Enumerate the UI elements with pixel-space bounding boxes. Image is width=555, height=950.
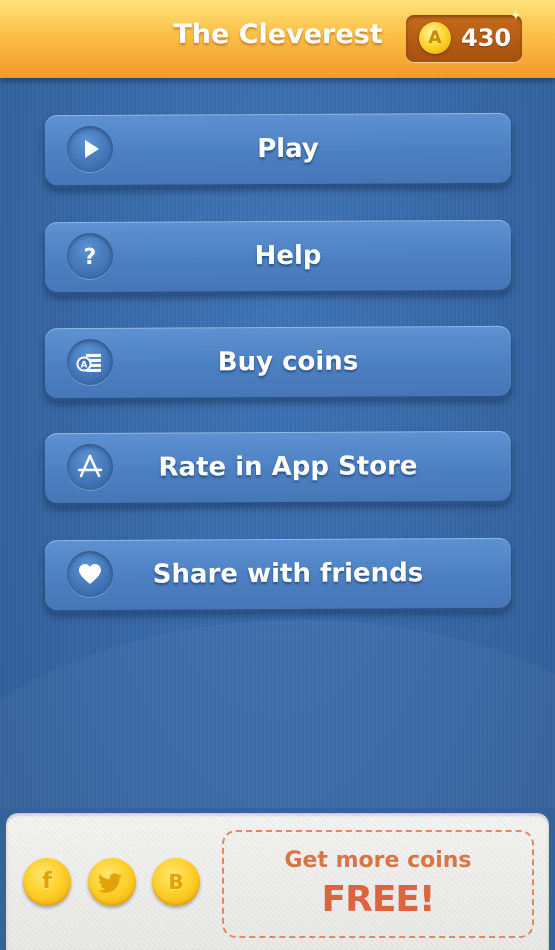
help-button[interactable]: ? Help (44, 219, 512, 293)
buy-coins-button-label: Buy coins (217, 346, 359, 378)
play-button[interactable]: Play (44, 112, 512, 186)
bottom-panel-inner: f B Get more coins FREE! (6, 813, 549, 950)
vk-button[interactable]: B (152, 858, 200, 906)
twitter-button[interactable] (88, 858, 136, 906)
vk-icon: B (168, 870, 184, 894)
buy-coins-button[interactable]: A Buy coins (44, 325, 512, 399)
coin-balance[interactable]: A 430 (406, 15, 522, 62)
top-bar: The Cleverest A 430 ✦ (0, 0, 555, 78)
facebook-icon: f (42, 869, 52, 894)
get-free-coins-button[interactable]: Get more coins FREE! (222, 830, 534, 938)
play-button-label: Play (257, 133, 319, 165)
share-friends-button-label: Share with friends (152, 558, 424, 590)
facebook-button[interactable]: f (23, 858, 71, 906)
share-friends-button[interactable]: Share with friends (44, 537, 512, 611)
help-button-label: Help (254, 240, 322, 272)
rate-app-store-button[interactable]: Rate in App Store (44, 430, 512, 504)
svg-text:A: A (81, 360, 88, 370)
game-screen: The Cleverest A 430 ✦ Play ? Help A Buy … (0, 0, 555, 950)
coin-count: 430 (461, 24, 512, 52)
rate-app-store-button-label: Rate in App Store (158, 451, 418, 483)
coin-icon: A (419, 22, 451, 54)
sparkle-icon: ✦ (510, 8, 522, 24)
game-title: The Cleverest (173, 19, 383, 50)
free-coins-line1: Get more coins (284, 848, 472, 873)
twitter-icon (98, 873, 122, 893)
bottom-panel: f B Get more coins FREE! (0, 808, 555, 950)
free-coins-line2: FREE! (321, 879, 436, 920)
